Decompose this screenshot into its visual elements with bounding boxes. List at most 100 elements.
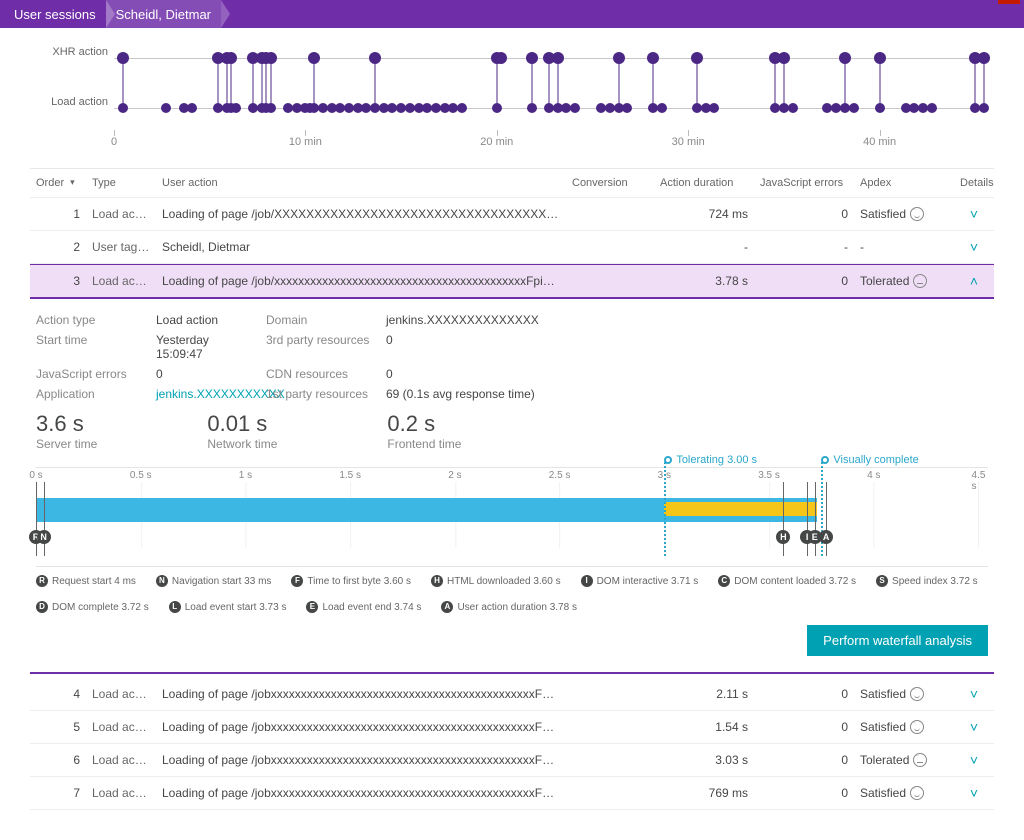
col-duration[interactable]: Action duration	[654, 177, 754, 189]
cell-jserr: 0	[754, 720, 854, 734]
plot-point[interactable]	[849, 103, 859, 113]
detail-metrics: 3.6 sServer time 0.01 sNetwork time 0.2 …	[36, 411, 988, 451]
cell-type: Load action	[86, 786, 156, 800]
expand-toggle[interactable]: ˅	[954, 719, 994, 735]
plot-row-label-load: Load action	[51, 96, 108, 108]
wf-flag-tolerating: Tolerating 3.00 s	[664, 454, 757, 466]
cell-order: 1	[30, 207, 86, 221]
wf-tick: 0.5 s	[130, 470, 152, 481]
cell-action: Loading of page /job/XXXXXXXXXXXXXXXXXXX…	[156, 207, 566, 221]
plot-row-label-xhr: XHR action	[52, 46, 108, 58]
plot-point[interactable]	[875, 103, 885, 113]
cell-apdex: Satisfied	[854, 720, 954, 735]
plot-point[interactable]	[788, 103, 798, 113]
plot-point[interactable]	[622, 103, 632, 113]
cell-duration: 769 ms	[654, 786, 754, 800]
breadcrumb-leaf[interactable]: Scheidl, Dietmar	[106, 0, 221, 28]
cell-type: Load action	[86, 753, 156, 767]
cell-order: 3	[30, 274, 86, 288]
cell-jserr: 0	[754, 274, 854, 288]
plot-point[interactable]	[161, 103, 171, 113]
table-row[interactable]: 2User tag ev...Scheidl, Dietmar---˅	[30, 231, 994, 264]
col-type[interactable]: Type	[86, 177, 156, 189]
expand-toggle[interactable]: ˅	[954, 785, 994, 801]
plot-point[interactable]	[657, 103, 667, 113]
cell-jserr: 0	[754, 207, 854, 221]
plot-point[interactable]	[266, 103, 276, 113]
plot-point[interactable]	[570, 103, 580, 113]
table-row[interactable]: 4Load actionLoading of page /jobxxxxxxxx…	[30, 678, 994, 711]
cell-duration: 724 ms	[654, 207, 754, 221]
plot-point[interactable]	[709, 103, 719, 113]
table-row[interactable]: 5Load actionLoading of page /jobxxxxxxxx…	[30, 711, 994, 744]
cell-order: 4	[30, 687, 86, 701]
col-jserr[interactable]: JavaScript errors	[754, 177, 854, 189]
apdex-face-icon	[910, 720, 924, 734]
cell-jserr: 0	[754, 786, 854, 800]
plot-point[interactable]	[457, 103, 467, 113]
application-link[interactable]: jenkins.XXXXXXXXXXX	[156, 387, 256, 401]
wf-marker: N	[37, 530, 51, 544]
cell-order: 2	[30, 240, 86, 254]
cell-type: Load action	[86, 687, 156, 701]
legend-item: NNavigation start 33 ms	[156, 575, 272, 587]
table-row[interactable]: 6Load actionLoading of page /jobxxxxxxxx…	[30, 744, 994, 777]
waterfall-chart: 0 s0.5 s1 s1.5 s2 s2.5 s3 s3.5 s4 s4.5 s…	[36, 467, 988, 567]
plot-point[interactable]	[492, 103, 502, 113]
table-row[interactable]: 7Load actionLoading of page /jobxxxxxxxx…	[30, 777, 994, 810]
breadcrumb-root[interactable]: User sessions	[4, 0, 106, 28]
col-apdex[interactable]: Apdex	[854, 177, 954, 189]
cell-action: Loading of page /jobxxxxxxxxxxxxxxxxxxxx…	[156, 720, 566, 734]
col-action[interactable]: User action	[156, 177, 566, 189]
expand-toggle[interactable]: ˄	[954, 273, 994, 289]
plot-tick: 10 min	[289, 136, 322, 148]
plot-tick: 40 min	[863, 136, 896, 148]
cell-duration: -	[654, 240, 754, 254]
wf-flag-visually: Visually complete	[821, 454, 918, 466]
wf-tick: 2 s	[448, 470, 461, 481]
table-row[interactable]: 3Load actionLoading of page /job/xxxxxxx…	[30, 264, 994, 299]
wf-tick: 3.5 s	[758, 470, 780, 481]
col-order[interactable]: Order	[30, 177, 86, 189]
wf-tick: 1 s	[239, 470, 252, 481]
cell-apdex: Satisfied	[854, 207, 954, 222]
plot-point[interactable]	[979, 103, 989, 113]
plot-point[interactable]	[187, 103, 197, 113]
plot-point[interactable]	[118, 103, 128, 113]
legend-item: RRequest start 4 ms	[36, 575, 136, 587]
wf-tick: 4.5 s	[972, 470, 986, 492]
table-row[interactable]: 1Load actionLoading of page /job/XXXXXXX…	[30, 198, 994, 231]
cell-type: User tag ev...	[86, 240, 156, 254]
legend-item: SSpeed index 3.72 s	[876, 575, 978, 587]
cell-action: Scheidl, Dietmar	[156, 240, 566, 254]
cell-order: 7	[30, 786, 86, 800]
apdex-face-icon	[910, 207, 924, 221]
expand-toggle[interactable]: ˅	[954, 206, 994, 222]
legend-item: FTime to first byte 3.60 s	[291, 575, 411, 587]
legend-item: ELoad event end 3.74 s	[306, 601, 421, 613]
detail-panel: Action typeLoad action Domainjenkins.XXX…	[30, 299, 994, 674]
col-conversion[interactable]: Conversion	[566, 177, 654, 189]
expand-toggle[interactable]: ˅	[954, 686, 994, 702]
cell-apdex: Tolerated	[854, 274, 954, 289]
action-table: Order Type User action Conversion Action…	[30, 168, 994, 810]
cell-type: Load action	[86, 274, 156, 288]
detail-kv: Action typeLoad action Domainjenkins.XXX…	[36, 313, 988, 401]
wf-tick: 4 s	[867, 470, 880, 481]
col-details[interactable]: Details	[954, 177, 994, 189]
cell-duration: 2.11 s	[654, 687, 754, 701]
cell-action: Loading of page /job/xxxxxxxxxxxxxxxxxxx…	[156, 274, 566, 288]
plot-tick: 20 min	[480, 136, 513, 148]
alert-indicator[interactable]	[998, 0, 1020, 4]
breadcrumb-bar: User sessions Scheidl, Dietmar	[0, 0, 1024, 28]
plot-point[interactable]	[231, 103, 241, 113]
plot-point[interactable]	[527, 103, 537, 113]
cell-type: Load action	[86, 720, 156, 734]
expand-toggle[interactable]: ˅	[954, 752, 994, 768]
expand-toggle[interactable]: ˅	[954, 239, 994, 255]
wf-tick: 0 s	[29, 470, 42, 481]
plot-point[interactable]	[927, 103, 937, 113]
cell-action: Loading of page /jobxxxxxxxxxxxxxxxxxxxx…	[156, 687, 566, 701]
plot-tick: 30 min	[672, 136, 705, 148]
legend-item: AUser action duration 3.78 s	[441, 601, 577, 613]
